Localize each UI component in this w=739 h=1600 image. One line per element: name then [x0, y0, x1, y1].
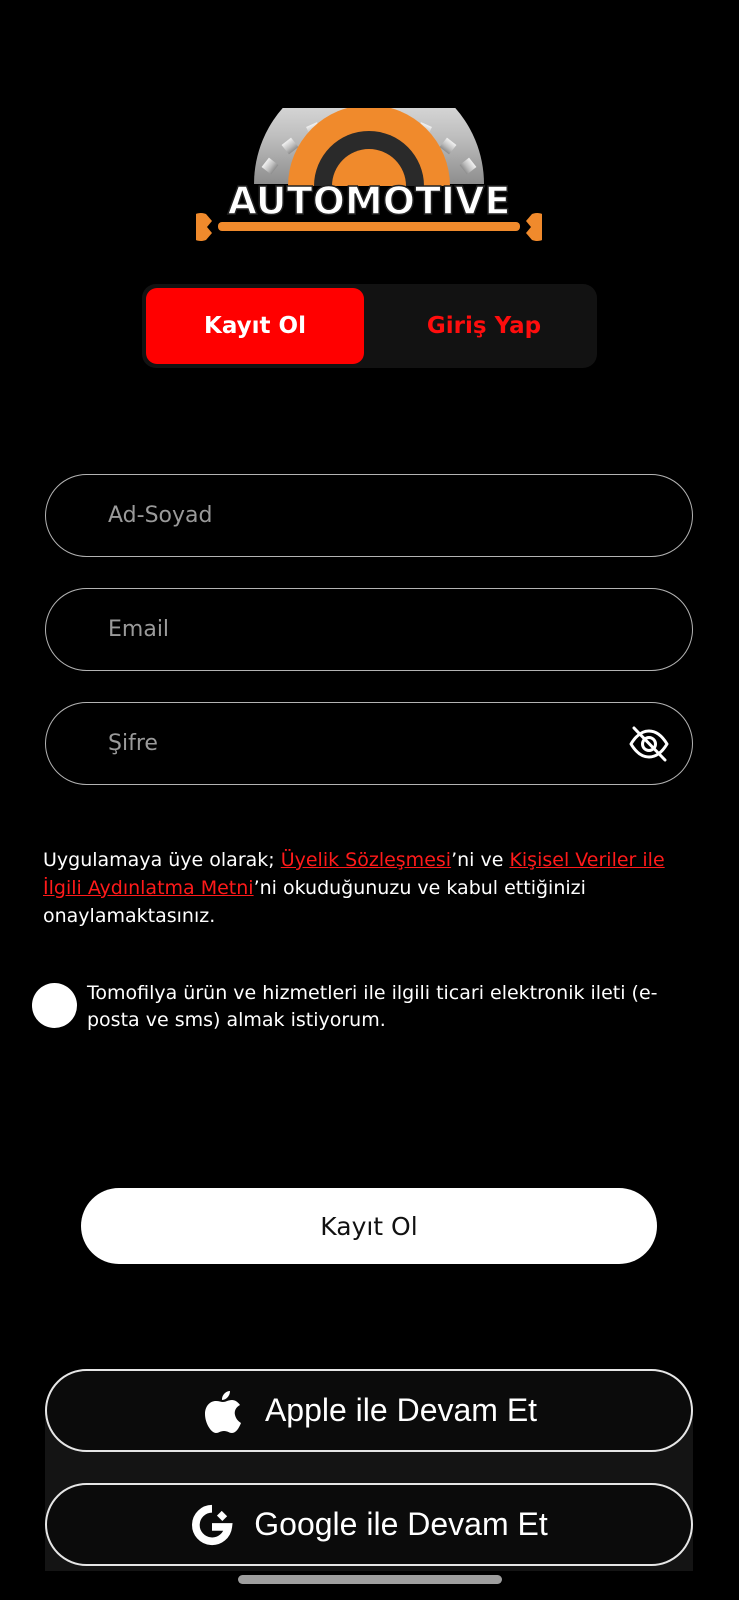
register-button[interactable]: Kayıt Ol: [81, 1188, 657, 1264]
auth-mode-switch: Kayıt Ol Giriş Yap: [142, 284, 597, 368]
apple-signin-button[interactable]: Apple ile Devam Et: [45, 1369, 693, 1452]
automotive-logo: AUTOMOTIVE: [196, 108, 542, 242]
eye-off-icon[interactable]: [628, 723, 670, 765]
apple-icon: [201, 1388, 245, 1434]
name-field: [45, 474, 693, 557]
membership-agreement-link[interactable]: Üyelik Sözleşmesi: [281, 849, 451, 871]
tab-login[interactable]: Giriş Yap: [375, 288, 593, 364]
google-signin-label: Google ile Devam Et: [254, 1506, 548, 1542]
apple-signin-label: Apple ile Devam Et: [264, 1392, 538, 1428]
google-icon: [190, 1502, 234, 1548]
email-field: [45, 588, 693, 671]
password-field: [45, 702, 693, 785]
consent-prefix: Uygulamaya üye olarak;: [43, 849, 281, 871]
google-signin-button[interactable]: Google ile Devam Et: [45, 1483, 693, 1566]
email-input[interactable]: [108, 589, 608, 670]
marketing-optin-radio[interactable]: [32, 983, 77, 1028]
home-indicator: [238, 1575, 502, 1584]
tab-register[interactable]: Kayıt Ol: [146, 288, 364, 364]
consent-mid: ’ni ve: [451, 849, 510, 871]
logo-text: AUTOMOTIVE: [228, 179, 511, 223]
marketing-optin-label: Tomofilya ürün ve hizmetleri ile ilgili …: [87, 982, 658, 1031]
name-input[interactable]: [108, 475, 608, 556]
terms-consent-text: Uygulamaya üye olarak; Üyelik Sözleşmesi…: [43, 846, 703, 930]
password-input[interactable]: [108, 703, 608, 784]
